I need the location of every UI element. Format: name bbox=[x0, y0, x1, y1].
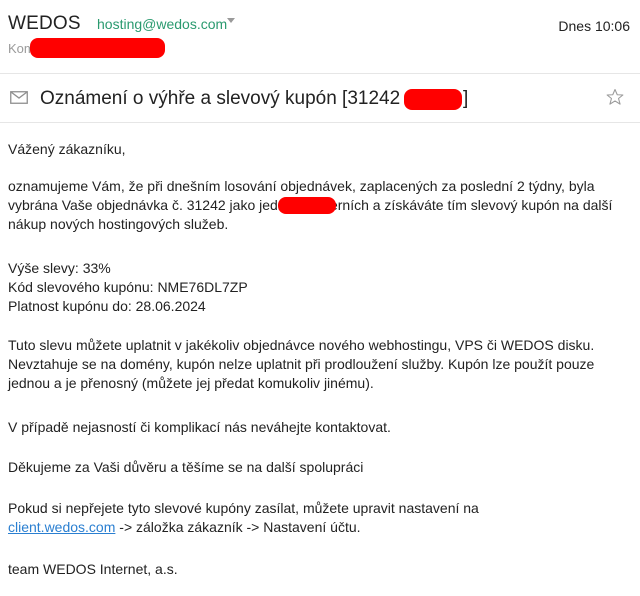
unsubscribe-text-2: -> záložka zákazník -> Nastavení účtu. bbox=[115, 519, 361, 535]
paragraph-thanks: Děkujeme za Vaši důvěru a těšíme se na d… bbox=[8, 459, 364, 475]
email-subject: Oznámení o výhře a slevový kupón [31242 bbox=[40, 88, 400, 110]
chevron-down-icon[interactable] bbox=[227, 18, 235, 23]
sender-name: WEDOS bbox=[8, 13, 81, 34]
discount-amount: Výše slevy: 33% bbox=[8, 260, 111, 276]
recipient-redaction bbox=[30, 38, 165, 58]
paragraph-terms: Tuto slevu můžete uplatnit v jakékoliv o… bbox=[8, 337, 595, 391]
subject-text-end: ] bbox=[463, 88, 469, 109]
coupon-validity: Platnost kupónu do: 28.06.2024 bbox=[8, 298, 206, 314]
paragraph-contact: V případě nejasností či komplikací nás n… bbox=[8, 419, 391, 435]
subject-redaction bbox=[404, 89, 462, 110]
star-icon[interactable] bbox=[606, 88, 624, 106]
received-date: Dnes 10:06 bbox=[558, 18, 630, 34]
subject-divider bbox=[0, 122, 640, 123]
email-header: WEDOS hosting@wedos.com Dnes 10:06 Komu: bbox=[0, 0, 640, 72]
unsubscribe-text: Pokud si nepřejete tyto slevové kupóny z… bbox=[8, 500, 479, 516]
subject-row: Oznámení o výhře a slevový kupón [31242 … bbox=[0, 82, 640, 118]
order-number-redaction bbox=[278, 197, 336, 214]
envelope-icon bbox=[10, 91, 28, 104]
paragraph-unsubscribe: Pokud si nepřejete tyto slevové kupóny z… bbox=[8, 499, 634, 537]
signature: team WEDOS Internet, a.s. bbox=[8, 561, 178, 577]
sender-email-link[interactable]: hosting@wedos.com bbox=[97, 16, 227, 32]
greeting: Vážený zákazníku, bbox=[8, 141, 126, 157]
client-wedos-link[interactable]: client.wedos.com bbox=[8, 519, 115, 535]
header-divider bbox=[0, 73, 640, 74]
coupon-code: Kód slevového kupónu: NME76DL7ZP bbox=[8, 279, 248, 295]
subject-text: Oznámení o výhře a slevový kupón [31242 bbox=[40, 88, 401, 109]
